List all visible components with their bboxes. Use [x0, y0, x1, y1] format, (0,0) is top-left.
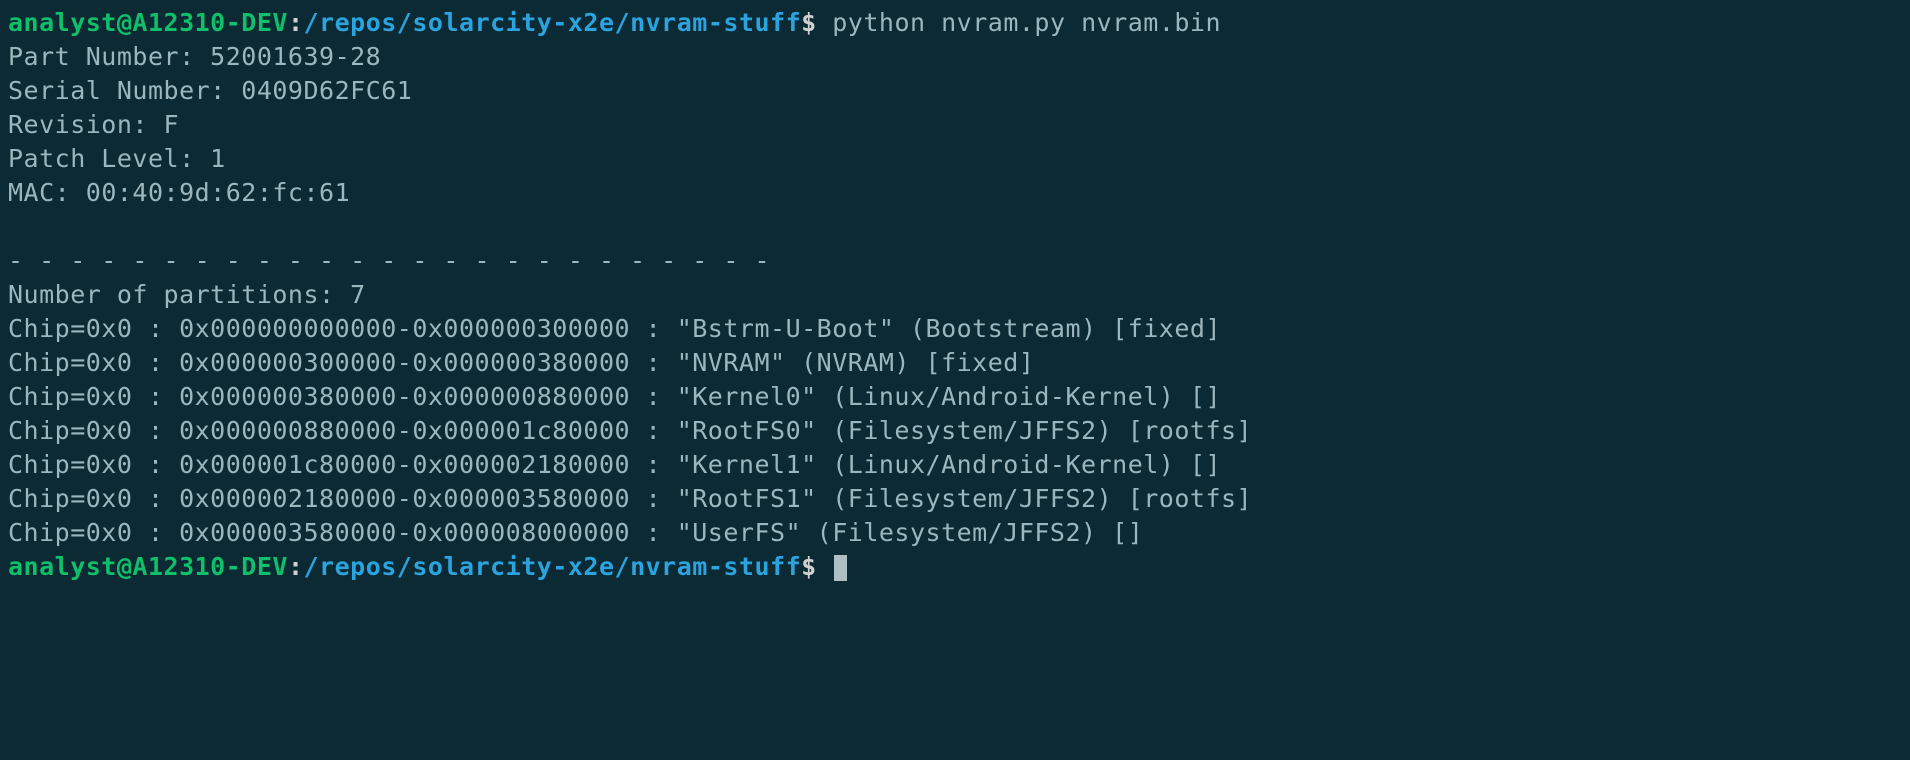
output-serial-number: Serial Number: 0409D62FC61	[8, 76, 412, 105]
command-text: python nvram.py nvram.bin	[832, 8, 1221, 37]
prompt-line-1: analyst@A12310-DEV:/repos/solarcity-x2e/…	[8, 8, 1221, 37]
terminal-window[interactable]: analyst@A12310-DEV:/repos/solarcity-x2e/…	[0, 0, 1910, 760]
output-mac: MAC: 00:40:9d:62:fc:61	[8, 178, 350, 207]
partition-row: Chip=0x0 : 0x000002180000-0x000003580000…	[8, 484, 1252, 513]
cursor-icon	[834, 555, 847, 581]
output-patch-level: Patch Level: 1	[8, 144, 226, 173]
prompt-dollar: $	[801, 8, 832, 37]
prompt-line-2[interactable]: analyst@A12310-DEV:/repos/solarcity-x2e/…	[8, 552, 847, 581]
prompt-colon: :	[288, 552, 304, 581]
partition-row: Chip=0x0 : 0x000000880000-0x000001c80000…	[8, 416, 1252, 445]
partition-row: Chip=0x0 : 0x000001c80000-0x000002180000…	[8, 450, 1221, 479]
output-divider: - - - - - - - - - - - - - - - - - - - - …	[8, 246, 770, 275]
partition-row: Chip=0x0 : 0x000000380000-0x000000880000…	[8, 382, 1221, 411]
prompt-path: /repos/solarcity-x2e/nvram-stuff	[304, 8, 802, 37]
prompt-user-host: analyst@A12310-DEV	[8, 8, 288, 37]
prompt-path: /repos/solarcity-x2e/nvram-stuff	[304, 552, 802, 581]
partition-row: Chip=0x0 : 0x000000000000-0x000000300000…	[8, 314, 1221, 343]
prompt-user-host: analyst@A12310-DEV	[8, 552, 288, 581]
output-part-number: Part Number: 52001639-28	[8, 42, 381, 71]
output-revision: Revision: F	[8, 110, 179, 139]
partition-row: Chip=0x0 : 0x000000300000-0x000000380000…	[8, 348, 1034, 377]
prompt-colon: :	[288, 8, 304, 37]
output-num-partitions: Number of partitions: 7	[8, 280, 366, 309]
partition-row: Chip=0x0 : 0x000003580000-0x000008000000…	[8, 518, 1143, 547]
prompt-dollar: $	[801, 552, 832, 581]
